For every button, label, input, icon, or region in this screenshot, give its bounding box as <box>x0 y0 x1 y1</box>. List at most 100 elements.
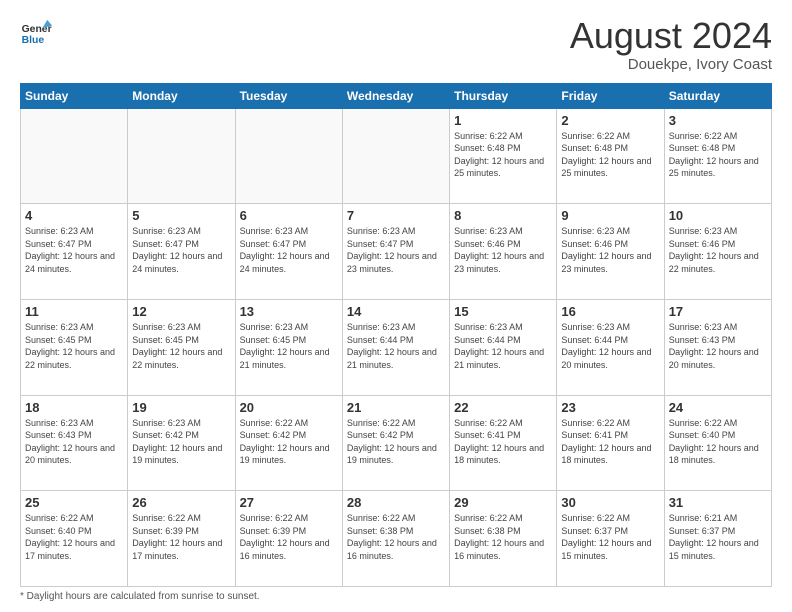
table-row: 9 Sunrise: 6:23 AM Sunset: 6:46 PM Daylig… <box>557 204 664 300</box>
day-info: Sunrise: 6:22 AM Sunset: 6:42 PM Dayligh… <box>240 417 338 467</box>
day-number: 23 <box>561 400 659 415</box>
table-row: 28 Sunrise: 6:22 AM Sunset: 6:38 PM Dayli… <box>342 491 449 587</box>
day-info: Sunrise: 6:22 AM Sunset: 6:48 PM Dayligh… <box>669 130 767 180</box>
day-number: 18 <box>25 400 123 415</box>
table-row: 2 Sunrise: 6:22 AM Sunset: 6:48 PM Daylig… <box>557 108 664 204</box>
col-wednesday: Wednesday <box>342 83 449 108</box>
col-sunday: Sunday <box>21 83 128 108</box>
day-info: Sunrise: 6:23 AM Sunset: 6:43 PM Dayligh… <box>669 321 767 371</box>
day-info: Sunrise: 6:22 AM Sunset: 6:48 PM Dayligh… <box>561 130 659 180</box>
day-number: 10 <box>669 208 767 223</box>
table-row: 19Sunrise: 6:23 AM Sunset: 6:42 PM Dayli… <box>128 395 235 491</box>
day-info: Sunrise: 6:22 AM Sunset: 6:42 PM Dayligh… <box>347 417 445 467</box>
day-info: Sunrise: 6:23 AM Sunset: 6:44 PM Dayligh… <box>347 321 445 371</box>
week-row-0: 1 Sunrise: 6:22 AM Sunset: 6:48 PM Daylig… <box>21 108 772 204</box>
logo-icon: General Blue <box>20 16 52 48</box>
day-info: Sunrise: 6:21 AM Sunset: 6:37 PM Dayligh… <box>669 512 767 562</box>
day-number: 9 <box>561 208 659 223</box>
day-number: 1 <box>454 113 552 128</box>
table-row: 10 Sunrise: 6:23 AM Sunset: 6:46 PM Dayli… <box>664 204 771 300</box>
day-number: 14 <box>347 304 445 319</box>
day-number: 16 <box>561 304 659 319</box>
day-info: Sunrise: 6:23 AM Sunset: 6:46 PM Dayligh… <box>454 225 552 275</box>
table-row: 16 Sunrise: 6:23 AM Sunset: 6:44 PM Dayli… <box>557 299 664 395</box>
day-number: 30 <box>561 495 659 510</box>
day-number: 7 <box>347 208 445 223</box>
week-row-4: 25 Sunrise: 6:22 AM Sunset: 6:40 PM Dayli… <box>21 491 772 587</box>
day-number: 20 <box>240 400 338 415</box>
day-number: 5 <box>132 208 230 223</box>
svg-text:Blue: Blue <box>22 35 45 46</box>
day-number: 27 <box>240 495 338 510</box>
table-row: 31 Sunrise: 6:21 AM Sunset: 6:37 PM Dayli… <box>664 491 771 587</box>
table-row <box>342 108 449 204</box>
day-number: 26 <box>132 495 230 510</box>
day-number: 19 <box>132 400 230 415</box>
col-thursday: Thursday <box>450 83 557 108</box>
day-number: 13 <box>240 304 338 319</box>
day-number: 24 <box>669 400 767 415</box>
table-row: 14 Sunrise: 6:23 AM Sunset: 6:44 PM Dayli… <box>342 299 449 395</box>
table-row: 30Sunrise: 6:22 AM Sunset: 6:37 PM Dayli… <box>557 491 664 587</box>
day-info: Sunrise: 6:23 AM Sunset: 6:44 PM Dayligh… <box>454 321 552 371</box>
table-row: 23 Sunrise: 6:22 AM Sunset: 6:41 PM Dayli… <box>557 395 664 491</box>
table-row: 17 Sunrise: 6:23 AM Sunset: 6:43 PM Dayli… <box>664 299 771 395</box>
table-row: 4Sunrise: 6:23 AM Sunset: 6:47 PM Daylig… <box>21 204 128 300</box>
day-info: Sunrise: 6:23 AM Sunset: 6:46 PM Dayligh… <box>561 225 659 275</box>
logo: General Blue <box>20 16 52 48</box>
day-number: 21 <box>347 400 445 415</box>
day-info: Sunrise: 6:22 AM Sunset: 6:41 PM Dayligh… <box>454 417 552 467</box>
day-number: 31 <box>669 495 767 510</box>
day-info: Sunrise: 6:23 AM Sunset: 6:46 PM Dayligh… <box>669 225 767 275</box>
page: General Blue August 2024 Douekpe, Ivory … <box>0 0 792 612</box>
week-row-1: 4 Sunrise: 6:23 AM Sunset: 6:47 PM Daylig… <box>21 204 772 300</box>
day-info: Sunrise: 6:22 AM Sunset: 6:38 PM Dayligh… <box>347 512 445 562</box>
day-info: Sunrise: 6:22 AM Sunset: 6:40 PM Dayligh… <box>25 512 123 562</box>
footnote: * Daylight hours are calculated from sun… <box>20 591 772 602</box>
title-block: August 2024 Douekpe, Ivory Coast <box>570 16 772 73</box>
table-row: 1 Sunrise: 6:22 AM Sunset: 6:48 PM Daylig… <box>450 108 557 204</box>
table-row: 11 Sunrise: 6:23 AM Sunset: 6:45 PM Dayli… <box>21 299 128 395</box>
day-info: Sunrise: 6:22 AM Sunset: 6:40 PM Dayligh… <box>669 417 767 467</box>
table-row: 29 Sunrise: 6:22 AM Sunset: 6:38 PM Dayli… <box>450 491 557 587</box>
table-row: 5 Sunrise: 6:23 AM Sunset: 6:47 PM Daylig… <box>128 204 235 300</box>
day-number: 6 <box>240 208 338 223</box>
day-info: Sunrise: 6:23 AM Sunset: 6:47 PM Dayligh… <box>347 225 445 275</box>
day-number: 11 <box>25 304 123 319</box>
day-info: Sunrise: 6:23 AM Sunset: 6:47 PM Dayligh… <box>132 225 230 275</box>
day-number: 17 <box>669 304 767 319</box>
day-info: Sunrise: 6:23 AM Sunset: 6:45 PM Dayligh… <box>132 321 230 371</box>
month-title: August 2024 <box>570 16 772 56</box>
col-friday: Friday <box>557 83 664 108</box>
table-row: 24 Sunrise: 6:22 AM Sunset: 6:40 PM Dayli… <box>664 395 771 491</box>
day-info: Sunrise: 6:23 AM Sunset: 6:47 PM Dayligh… <box>240 225 338 275</box>
table-row: 8Sunrise: 6:23 AM Sunset: 6:46 PM Daylig… <box>450 204 557 300</box>
day-info: Sunrise: 6:23 AM Sunset: 6:43 PM Dayligh… <box>25 417 123 467</box>
col-tuesday: Tuesday <box>235 83 342 108</box>
table-row: 7 Sunrise: 6:23 AM Sunset: 6:47 PM Daylig… <box>342 204 449 300</box>
day-number: 25 <box>25 495 123 510</box>
day-number: 4 <box>25 208 123 223</box>
day-info: Sunrise: 6:22 AM Sunset: 6:48 PM Dayligh… <box>454 130 552 180</box>
day-info: Sunrise: 6:22 AM Sunset: 6:41 PM Dayligh… <box>561 417 659 467</box>
day-number: 2 <box>561 113 659 128</box>
week-row-2: 11 Sunrise: 6:23 AM Sunset: 6:45 PM Dayli… <box>21 299 772 395</box>
day-info: Sunrise: 6:23 AM Sunset: 6:45 PM Dayligh… <box>240 321 338 371</box>
table-row: 22 Sunrise: 6:22 AM Sunset: 6:41 PM Dayli… <box>450 395 557 491</box>
day-info: Sunrise: 6:23 AM Sunset: 6:45 PM Dayligh… <box>25 321 123 371</box>
table-row <box>235 108 342 204</box>
table-row: 12Sunrise: 6:23 AM Sunset: 6:45 PM Dayli… <box>128 299 235 395</box>
table-row: 18 Sunrise: 6:23 AM Sunset: 6:43 PM Dayli… <box>21 395 128 491</box>
day-number: 28 <box>347 495 445 510</box>
calendar-table: Sunday Monday Tuesday Wednesday Thursday… <box>20 83 772 587</box>
table-row: 6 Sunrise: 6:23 AM Sunset: 6:47 PM Daylig… <box>235 204 342 300</box>
col-saturday: Saturday <box>664 83 771 108</box>
day-number: 15 <box>454 304 552 319</box>
day-number: 22 <box>454 400 552 415</box>
day-info: Sunrise: 6:23 AM Sunset: 6:44 PM Dayligh… <box>561 321 659 371</box>
table-row: 15 Sunrise: 6:23 AM Sunset: 6:44 PM Dayli… <box>450 299 557 395</box>
day-info: Sunrise: 6:22 AM Sunset: 6:38 PM Dayligh… <box>454 512 552 562</box>
day-number: 29 <box>454 495 552 510</box>
week-row-3: 18 Sunrise: 6:23 AM Sunset: 6:43 PM Dayli… <box>21 395 772 491</box>
table-row: 13 Sunrise: 6:23 AM Sunset: 6:45 PM Dayli… <box>235 299 342 395</box>
